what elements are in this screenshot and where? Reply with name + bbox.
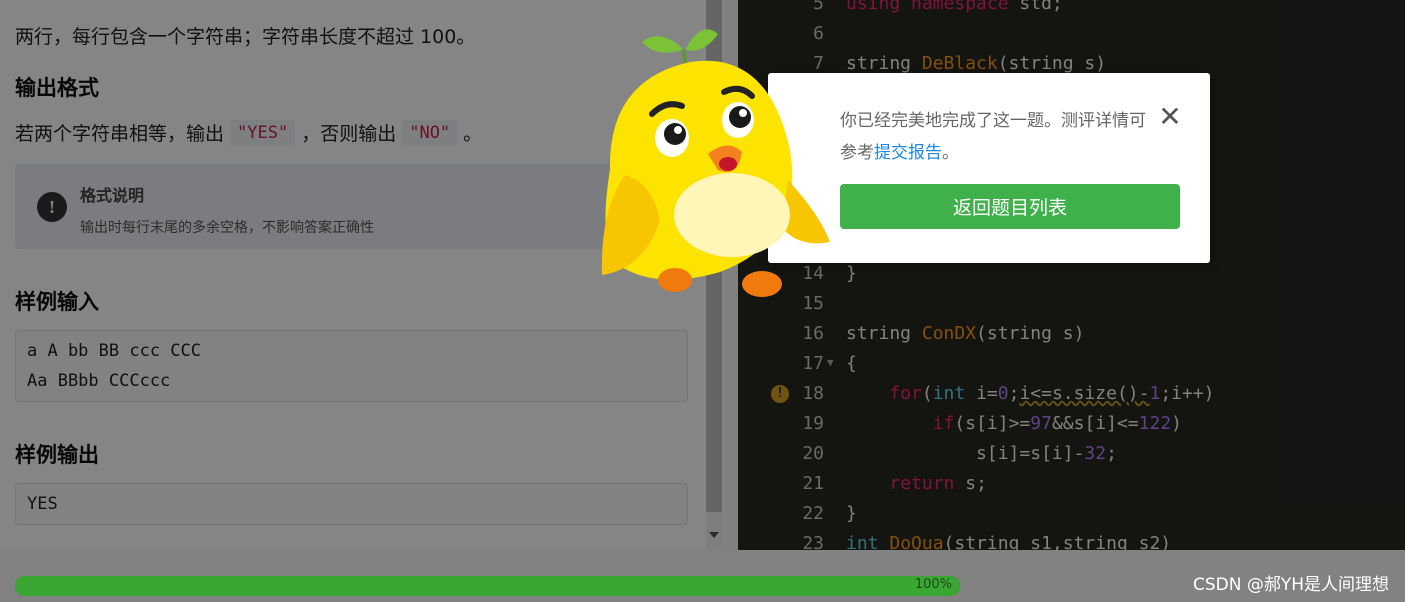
submission-report-link[interactable]: 提交报告 (874, 143, 942, 163)
bottom-bar: 100% CSDN @郝YH是人间理想 (0, 550, 1405, 602)
back-to-problem-list-button[interactable]: 返回题目列表 (840, 184, 1180, 229)
dialog-message-end: 。 (942, 143, 959, 163)
progress-bar: 100% (15, 576, 960, 596)
chick-mascot-icon (601, 29, 830, 297)
close-icon[interactable]: ✕ (1156, 103, 1184, 131)
progress-fill (15, 576, 960, 596)
dialog-message: 你已经完美地完成了这一题。测评详情可参考提交报告。 (840, 105, 1160, 169)
progress-label: 100% (914, 577, 952, 592)
watermark: CSDN @郝YH是人间理想 (1192, 575, 1389, 595)
